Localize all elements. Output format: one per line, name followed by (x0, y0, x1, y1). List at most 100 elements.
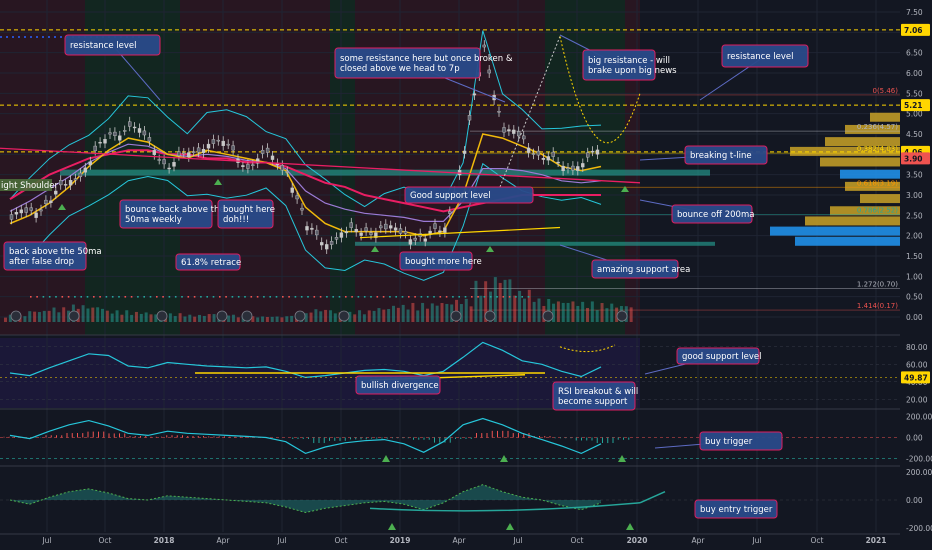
signal-dot (345, 296, 347, 298)
volume-bar (256, 317, 260, 322)
candle-body (305, 226, 309, 231)
signal-dot (408, 296, 410, 298)
price-marker-label: 5.21 (904, 101, 923, 110)
volume-bar (595, 310, 599, 322)
annotation-text: RSI breakout & will (558, 387, 638, 397)
fib-label: 0.786(2.52) (857, 207, 898, 215)
volume-bar (353, 314, 357, 322)
signal-dot (42, 296, 45, 298)
candle-body (147, 137, 152, 142)
candle-body (354, 228, 358, 233)
signal-dot (313, 296, 316, 298)
annotation-text: bounce off 200ma (677, 210, 754, 220)
osc-tick-label: 0.00 (906, 496, 923, 505)
time-tick-label: Apr (453, 536, 467, 545)
time-tick-label: Jul (512, 536, 522, 545)
volume-bar (421, 302, 425, 322)
signal-dot (149, 296, 152, 298)
candle-body (408, 239, 413, 245)
macd-tick-label: -200.00 (906, 455, 932, 464)
volume-bar (28, 311, 32, 322)
time-tick-label: Jul (276, 536, 286, 545)
volume-bar (261, 316, 265, 322)
annotation-text: breaking t-line (690, 151, 752, 161)
candle-body (39, 209, 43, 212)
candle-body (34, 212, 38, 218)
candle-body (344, 231, 349, 234)
volume-bar (270, 316, 274, 322)
candle-body (211, 139, 216, 144)
candle-body (103, 138, 107, 144)
candle-body (177, 151, 181, 156)
volume-bar (503, 279, 507, 322)
signal-dot (156, 296, 158, 298)
price-tick-label: 4.50 (906, 130, 923, 139)
candle-body (196, 147, 201, 153)
time-tick-label: 2021 (866, 536, 887, 545)
annotation-text: resistance level (727, 52, 794, 62)
volume-bar (173, 316, 177, 322)
signal-dot (439, 296, 442, 298)
volume-bar (115, 310, 119, 322)
candle-body (152, 150, 157, 155)
candle-body (226, 143, 230, 146)
signal-dot (307, 296, 309, 298)
candle-body (536, 150, 541, 156)
candle-body (280, 165, 284, 171)
annotation-text: buy entry trigger (700, 505, 773, 515)
volume-bar (236, 317, 240, 322)
candle-body (182, 152, 186, 155)
volume-bar (382, 309, 386, 322)
candle-body (44, 199, 48, 205)
annotation-text: Good support level (410, 191, 491, 201)
candle-body (98, 141, 102, 144)
signal-dot (30, 296, 32, 298)
time-axis: Jul Oct 2018 Apr Jul Oct 2019 Apr Jul Oct 2020 Apr J… (41, 536, 886, 545)
signal-dot (187, 296, 190, 298)
time-tick-label: Apr (217, 536, 231, 545)
signal-dot (67, 296, 70, 298)
volume-bar (537, 298, 541, 322)
signal-dot (118, 296, 120, 298)
earnings-marker-icon (156, 310, 168, 322)
volume-bar (265, 316, 269, 322)
signal-dot (508, 296, 511, 298)
fib-label: 0.618(3.19) (857, 179, 898, 187)
candle-body (231, 145, 235, 151)
signal-dot (225, 296, 227, 298)
candle-body (413, 237, 417, 241)
candle-body (379, 225, 383, 229)
session-band (180, 0, 330, 335)
signal-dot (433, 296, 435, 298)
signal-dot (464, 296, 467, 298)
volume-bar (52, 307, 56, 322)
earnings-marker-icon (294, 310, 306, 322)
candle-body (546, 156, 550, 161)
candle-body (265, 147, 270, 153)
volume-bar (392, 305, 395, 322)
volume-bar (610, 303, 614, 322)
candle-body (512, 129, 516, 134)
candle-body (19, 209, 23, 214)
volume-bar (324, 309, 328, 322)
signal-dot (174, 296, 177, 298)
signal-dot (496, 296, 498, 298)
volume-bar (333, 313, 337, 322)
annotation-text: some resistance here but once broken & (340, 54, 513, 64)
candle-body (310, 227, 314, 230)
candle-body (369, 232, 373, 235)
signal-dot (389, 296, 391, 298)
signal-dot (282, 296, 284, 298)
candle-body (497, 111, 501, 113)
candle-body (157, 159, 161, 161)
annotation-text: 50ma weekly (125, 215, 182, 225)
price-chart[interactable]: 0(5.46) 0.236(4.57) 0.382(4.03) 0.618(3.19)… (0, 0, 932, 550)
candle-body (29, 207, 33, 211)
volume-bar (47, 310, 51, 322)
candle-body (487, 69, 491, 74)
candle-body (423, 238, 427, 242)
signal-dot (55, 296, 57, 298)
candle-body (403, 231, 408, 234)
signal-dot (294, 296, 297, 298)
signal-dot (319, 296, 322, 298)
